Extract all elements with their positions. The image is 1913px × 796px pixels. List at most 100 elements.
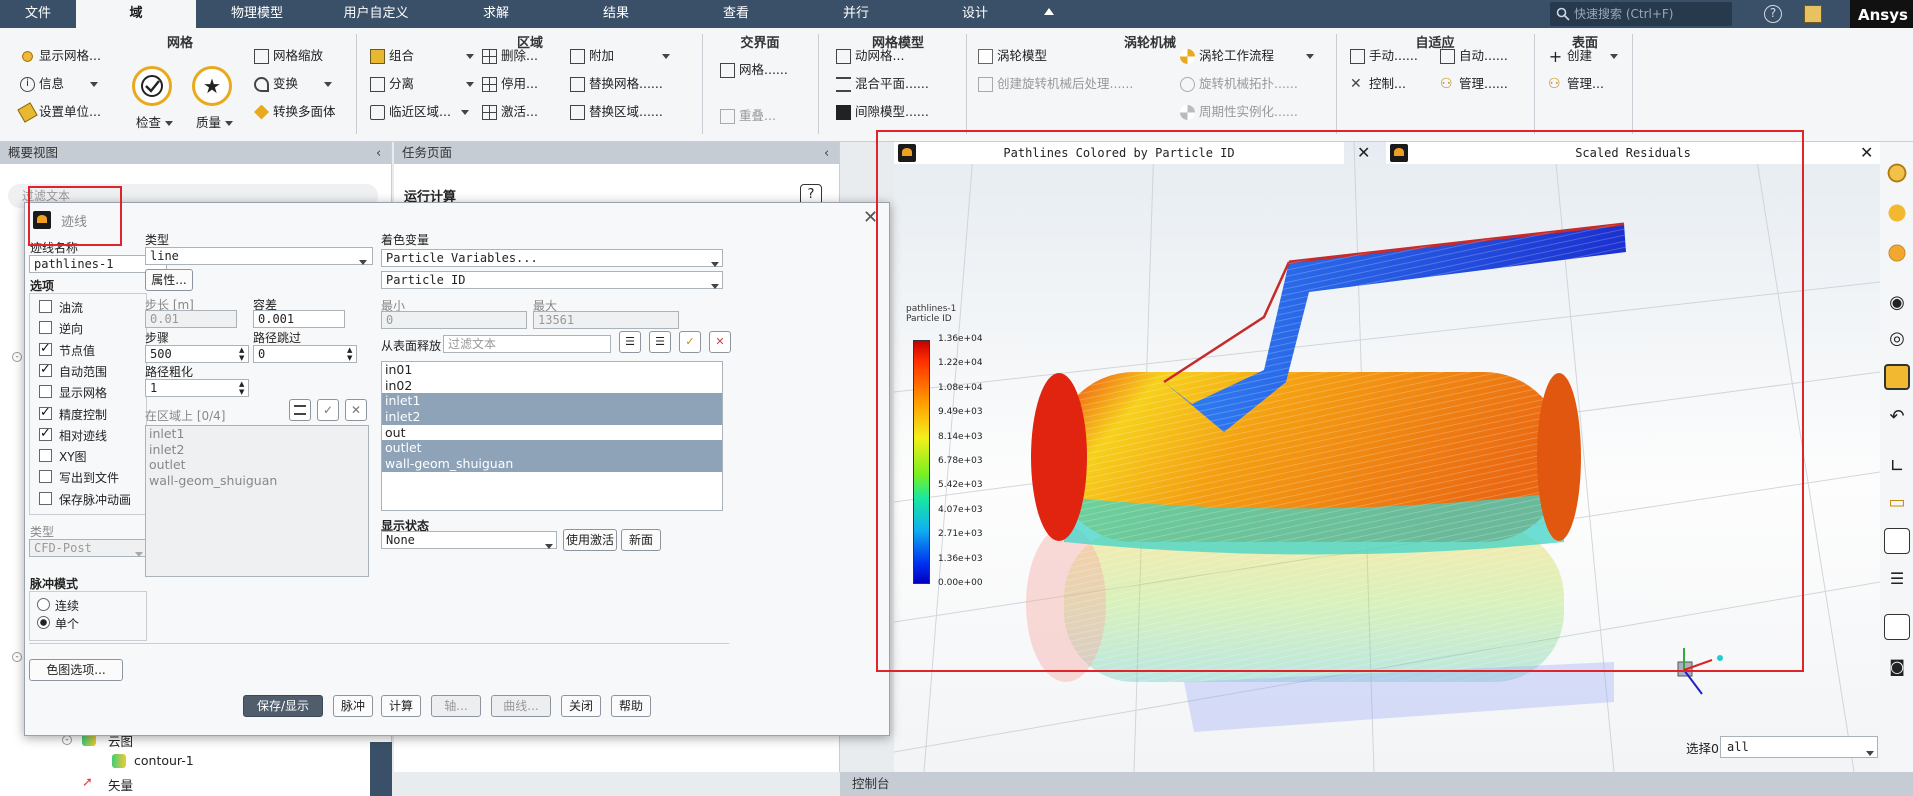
option-checkbox[interactable] (39, 341, 52, 356)
chevron-down-icon[interactable] (460, 109, 469, 115)
tree-toggle-icon[interactable]: - (62, 735, 72, 745)
option-checkbox[interactable] (39, 385, 52, 399)
option-checkbox[interactable] (39, 405, 52, 420)
adapt-auto-button[interactable]: 自动...... (1440, 45, 1508, 67)
menu-solve[interactable]: 求解 (466, 0, 526, 28)
select-all-surfaces-icon[interactable]: ☰ (619, 331, 641, 353)
splitter-bar[interactable] (370, 742, 392, 796)
gap-model-button[interactable]: 间隙模型...... (836, 101, 929, 123)
option-checkbox[interactable] (39, 321, 52, 335)
option-checkbox[interactable] (39, 362, 52, 377)
clear-zones-icon[interactable]: ✕ (345, 399, 367, 421)
pulse-continuous-radio[interactable] (37, 598, 50, 611)
chevron-down-icon[interactable] (662, 53, 671, 59)
release-surface-item[interactable]: in02 (382, 378, 722, 394)
quick-search-input[interactable]: 快速搜索 (Ctrl+F) (1550, 2, 1732, 26)
release-surface-item[interactable]: inlet1 (382, 393, 722, 410)
transform-button[interactable]: 变换 (254, 73, 333, 95)
chevron-down-icon[interactable] (466, 53, 475, 59)
close-button[interactable]: 关闭 (561, 695, 601, 717)
menu-user-defined[interactable]: 用户自定义 (330, 0, 422, 28)
stepper-arrows-icon[interactable]: ▲ ▼ (347, 346, 352, 362)
option-row[interactable]: 油流 (39, 299, 149, 315)
chevron-down-icon[interactable] (90, 81, 99, 87)
attributes-button[interactable]: 属性... (145, 269, 193, 291)
menu-domain[interactable]: 域 (76, 0, 196, 28)
set-units-button[interactable]: 设置单位... (17, 101, 101, 123)
ruler-icon[interactable]: ▭ (1884, 490, 1910, 516)
colormap-options-button[interactable]: 色图选项... (29, 659, 123, 681)
convert-polyhedra-button[interactable]: 转换多面体 (254, 101, 336, 123)
path-skip-stepper[interactable]: 0 (253, 345, 357, 363)
steps-stepper[interactable]: 500 (145, 345, 249, 363)
option-checkbox[interactable] (39, 470, 52, 484)
option-row[interactable]: 显示网格 (39, 384, 149, 400)
notes-icon[interactable] (1804, 5, 1822, 23)
check-mesh-icon[interactable] (132, 66, 172, 106)
deactivate-zone-button[interactable]: 停用... (482, 73, 538, 95)
display-mesh-button[interactable]: 显示网格... (20, 45, 101, 67)
option-row[interactable]: 逆向 (39, 320, 149, 336)
mesh-display-icon[interactable] (1884, 240, 1910, 266)
option-row[interactable]: 保存脉冲动画 (39, 491, 149, 507)
quality-button[interactable]: 质量 (196, 112, 234, 134)
release-surface-item[interactable]: outlet (382, 440, 722, 457)
chevron-down-icon[interactable] (466, 81, 475, 87)
save-display-button[interactable]: 保存/显示 (243, 695, 323, 717)
dynamic-mesh-button[interactable]: 动网格... (836, 45, 904, 67)
adapt-control-button[interactable]: ✕ 控制... (1350, 73, 1406, 95)
option-row[interactable]: 节点值 (39, 341, 149, 358)
select-checked-surfaces-icon[interactable]: ✓ (679, 331, 701, 353)
display-state-dropdown[interactable]: None (381, 531, 557, 549)
pulse-single-radio[interactable] (37, 616, 50, 629)
layers-icon[interactable] (1884, 364, 1910, 390)
style-dropdown[interactable]: line (145, 247, 373, 265)
tree-toggle-icon[interactable]: - (12, 352, 22, 362)
menu-design[interactable]: 设计 (945, 0, 1005, 28)
color-by-category-dropdown[interactable]: Particle Variables... (381, 249, 723, 267)
release-filter-input[interactable]: 过滤文本 (443, 335, 611, 353)
annotate-icon[interactable] (1884, 528, 1910, 554)
console-header[interactable]: 控制台 (840, 772, 1913, 796)
stepper-arrows-icon[interactable]: ▲ ▼ (239, 346, 244, 362)
option-row[interactable]: XY图 (39, 448, 149, 464)
camera-icon[interactable]: ◙ (1884, 654, 1910, 680)
option-checkbox[interactable] (39, 491, 52, 505)
menu-results[interactable]: 结果 (586, 0, 646, 28)
pulse-button[interactable]: 脉冲 (333, 695, 373, 717)
color-by-variable-dropdown[interactable]: Particle ID (381, 271, 723, 289)
coarsen-stepper[interactable]: 1 (145, 379, 249, 397)
undo-view-icon[interactable]: ↶ (1884, 404, 1910, 430)
adjacency-button[interactable]: 临近区域... (370, 101, 469, 123)
option-checkbox[interactable] (39, 426, 52, 441)
adapt-manual-button[interactable]: 手动...... (1350, 45, 1418, 67)
option-row[interactable]: 写出到文件 (39, 469, 149, 485)
tolerance-input[interactable]: 0.001 (253, 310, 345, 328)
help-icon[interactable]: ? (1764, 5, 1782, 23)
release-surface-item[interactable]: inlet2 (382, 409, 722, 425)
help-button[interactable]: 帮助 (611, 695, 651, 717)
option-row[interactable]: 精度控制 (39, 405, 149, 422)
surface-display-icon[interactable] (1884, 160, 1910, 186)
tree-item-vectors[interactable]: 矢量 (108, 775, 133, 794)
chevron-down-icon[interactable] (1610, 53, 1619, 59)
release-surface-item[interactable]: in01 (382, 362, 722, 378)
shading-icon[interactable] (1884, 200, 1910, 226)
new-button[interactable]: 新面 (621, 529, 661, 551)
option-row[interactable]: 相对迹线 (39, 426, 149, 443)
replace-zone-button[interactable]: 替换区域...... (570, 101, 663, 123)
create-surface-button[interactable]: + 创建 (1548, 45, 1619, 67)
list-surfaces-icon[interactable]: ☰ (649, 331, 671, 353)
mesh-quality-icon[interactable]: ★ (192, 66, 232, 106)
menu-parallel[interactable]: 并行 (826, 0, 886, 28)
mixing-plane-button[interactable]: 混合平面...... (836, 73, 929, 95)
option-checkbox[interactable] (39, 449, 52, 463)
replace-mesh-button[interactable]: 替换网格...... (570, 73, 663, 95)
option-row[interactable]: 自动范围 (39, 362, 149, 379)
close-window-2-icon[interactable]: ✕ (1860, 142, 1873, 164)
clear-surfaces-icon[interactable]: ✕ (709, 331, 731, 353)
use-active-button[interactable]: 使用激活 (563, 529, 617, 551)
append-button[interactable]: 附加 (570, 45, 671, 67)
turbo-workflow-button[interactable]: 涡轮工作流程 (1180, 45, 1315, 67)
delete-zone-button[interactable]: 删除... (482, 45, 538, 67)
